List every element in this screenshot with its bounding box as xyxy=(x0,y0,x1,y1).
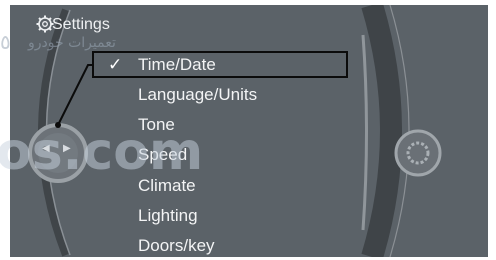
selected-item-highlight xyxy=(92,51,348,78)
menu-item-language-units[interactable]: Language/Units xyxy=(138,85,257,105)
scrollbar[interactable] xyxy=(361,34,368,231)
menu-item-lighting[interactable]: Lighting xyxy=(138,206,198,226)
page-title: Settings xyxy=(52,16,110,33)
menu-item-doors-key[interactable]: Doors/key xyxy=(138,236,215,256)
watermark-domain: os.com xyxy=(0,122,204,182)
watermark-arabic: تعمیرات خودرو xyxy=(28,35,116,51)
check-icon: ✓ xyxy=(108,55,123,74)
right-curve-divider xyxy=(361,5,402,257)
watermark-number: ٥ xyxy=(0,30,11,54)
right-circle-button[interactable] xyxy=(394,129,442,177)
selection-pointer-line xyxy=(57,64,94,126)
gear-icon xyxy=(36,15,54,33)
menu-item-time-date[interactable]: Time/Date xyxy=(138,55,216,75)
